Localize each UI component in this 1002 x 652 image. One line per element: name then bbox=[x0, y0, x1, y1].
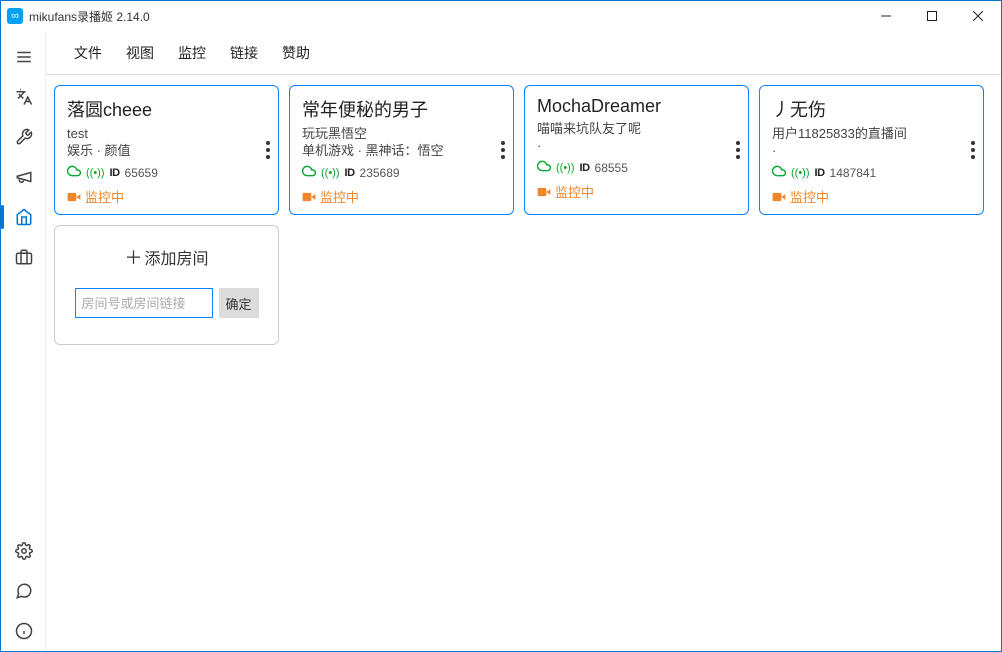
tools-icon[interactable] bbox=[1, 117, 46, 157]
menu-donate[interactable]: 赞助 bbox=[282, 43, 310, 63]
id-label: ID bbox=[815, 167, 825, 179]
id-label: ID bbox=[345, 167, 355, 179]
room-id-row: ((•)) ID 68555 bbox=[537, 159, 736, 176]
menu-monitor[interactable]: 监控 bbox=[178, 43, 206, 63]
room-meta: · bbox=[772, 143, 971, 160]
cloud-icon bbox=[537, 159, 551, 176]
card-more-button[interactable] bbox=[736, 141, 740, 159]
room-id: 1487841 bbox=[830, 166, 877, 180]
cloud-icon bbox=[772, 164, 786, 181]
cloud-icon bbox=[302, 164, 316, 181]
signal-icon: ((•)) bbox=[86, 167, 105, 179]
plus-icon: ＋ bbox=[124, 244, 142, 270]
room-id-row: ((•)) ID 235689 bbox=[302, 164, 501, 181]
window-title: mikufans录播姬 2.14.0 bbox=[29, 8, 150, 25]
cloud-icon bbox=[67, 164, 81, 181]
hamburger-menu[interactable] bbox=[1, 37, 46, 77]
room-status: 监控中 bbox=[67, 187, 266, 206]
card-more-button[interactable] bbox=[501, 141, 505, 159]
menu-link[interactable]: 链接 bbox=[230, 43, 258, 63]
room-status: 监控中 bbox=[772, 187, 971, 206]
room-status: 监控中 bbox=[302, 187, 501, 206]
room-id-row: ((•)) ID 65659 bbox=[67, 164, 266, 181]
card-more-button[interactable] bbox=[266, 141, 270, 159]
room-subtitle: 玩玩黑悟空 bbox=[302, 126, 501, 143]
translate-icon[interactable] bbox=[1, 77, 46, 117]
room-title: MochaDreamer bbox=[537, 96, 736, 117]
app-icon bbox=[7, 8, 23, 24]
signal-icon: ((•)) bbox=[556, 162, 575, 174]
home-icon[interactable] bbox=[1, 197, 46, 237]
id-label: ID bbox=[110, 167, 120, 179]
room-subtitle: test bbox=[67, 126, 266, 143]
megaphone-icon[interactable] bbox=[1, 157, 46, 197]
feedback-icon[interactable] bbox=[1, 571, 46, 611]
close-button[interactable] bbox=[955, 1, 1001, 31]
id-label: ID bbox=[580, 162, 590, 174]
add-room-card: ＋ 添加房间 确定 bbox=[54, 225, 279, 345]
signal-icon: ((•)) bbox=[791, 167, 810, 179]
room-id-row: ((•)) ID 1487841 bbox=[772, 164, 971, 181]
room-status: 监控中 bbox=[537, 182, 736, 201]
room-id: 65659 bbox=[125, 166, 158, 180]
room-id: 68555 bbox=[595, 161, 628, 175]
info-icon[interactable] bbox=[1, 611, 46, 651]
toolbox-icon[interactable] bbox=[1, 237, 46, 277]
card-more-button[interactable] bbox=[971, 141, 975, 159]
cards-grid: 落圆cheee test 娱乐 · 颜值 ((•)) ID 65659 监控中 … bbox=[46, 75, 1001, 355]
add-room-title: ＋ 添加房间 bbox=[124, 244, 208, 270]
room-card[interactable]: MochaDreamer 喵喵来坑队友了呢 · ((•)) ID 68555 监… bbox=[524, 85, 749, 215]
room-meta: · bbox=[537, 138, 736, 155]
settings-icon[interactable] bbox=[1, 531, 46, 571]
sidebar bbox=[1, 31, 46, 651]
maximize-button[interactable] bbox=[909, 1, 955, 31]
room-card[interactable]: 丿无伤 用户11825833的直播间 · ((•)) ID 1487841 监控… bbox=[759, 85, 984, 215]
room-subtitle: 喵喵来坑队友了呢 bbox=[537, 121, 736, 138]
menu-file[interactable]: 文件 bbox=[74, 43, 102, 63]
minimize-button[interactable] bbox=[863, 1, 909, 31]
room-meta: 娱乐 · 颜值 bbox=[67, 143, 266, 160]
confirm-button[interactable]: 确定 bbox=[219, 288, 259, 318]
room-title: 常年便秘的男子 bbox=[302, 96, 501, 122]
room-title: 落圆cheee bbox=[67, 96, 266, 122]
room-title: 丿无伤 bbox=[772, 96, 971, 122]
room-id-input[interactable] bbox=[75, 288, 213, 318]
room-id: 235689 bbox=[360, 166, 400, 180]
menu-view[interactable]: 视图 bbox=[126, 43, 154, 63]
room-card[interactable]: 落圆cheee test 娱乐 · 颜值 ((•)) ID 65659 监控中 bbox=[54, 85, 279, 215]
room-meta: 单机游戏 · 黑神话：悟空 bbox=[302, 143, 501, 160]
room-card[interactable]: 常年便秘的男子 玩玩黑悟空 单机游戏 · 黑神话：悟空 ((•)) ID 235… bbox=[289, 85, 514, 215]
titlebar: mikufans录播姬 2.14.0 bbox=[1, 1, 1001, 31]
room-subtitle: 用户11825833的直播间 bbox=[772, 126, 971, 143]
menubar: 文件 视图 监控 链接 赞助 bbox=[46, 31, 1001, 75]
signal-icon: ((•)) bbox=[321, 167, 340, 179]
